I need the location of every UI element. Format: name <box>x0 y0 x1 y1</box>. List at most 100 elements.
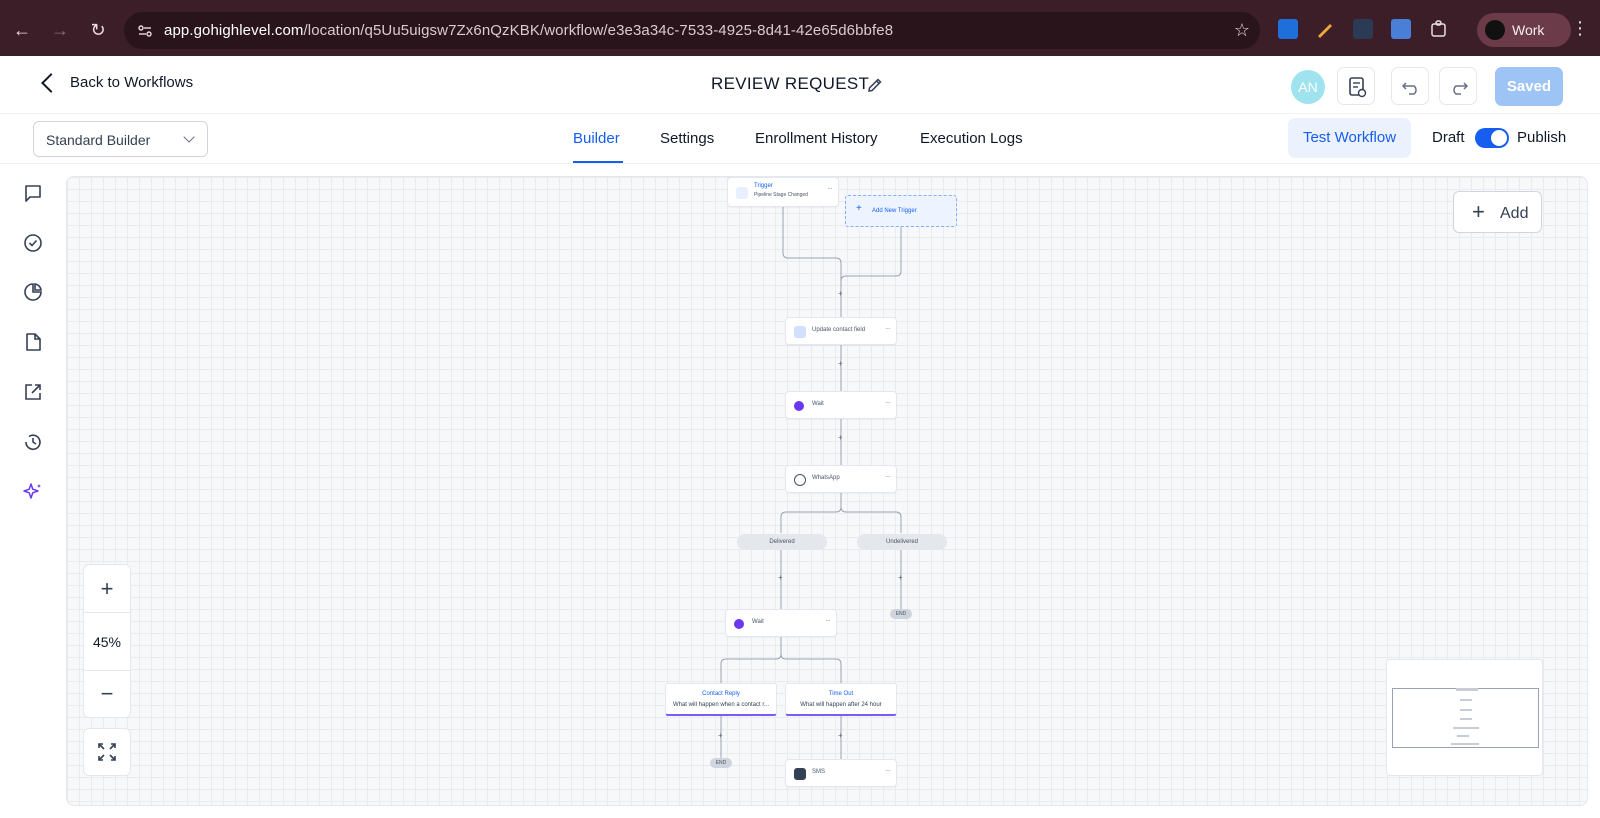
sms-node[interactable]: SMS ··· <box>785 759 897 787</box>
sparkles-icon[interactable] <box>22 481 44 503</box>
user-avatar[interactable]: AN <box>1291 70 1325 104</box>
branch-description: What will happen after 24 hour <box>800 702 882 708</box>
tab-enrollment-history[interactable]: Enrollment History <box>755 130 878 147</box>
pie-chart-icon[interactable] <box>22 281 44 303</box>
wait-node[interactable]: Wait ··· <box>785 391 897 419</box>
publish-label: Publish <box>1517 129 1567 146</box>
workflow-subheader: Standard Builder Builder Settings Enroll… <box>0 114 1600 164</box>
branch-title: Contact Reply <box>702 691 740 697</box>
url-text: app.gohighlevel.com/location/q5Uu5uigsw7… <box>164 22 893 39</box>
node-label: Wait <box>752 619 764 625</box>
fit-view-button[interactable] <box>83 728 131 776</box>
forward-arrow-icon[interactable]: → <box>48 18 72 42</box>
address-bar[interactable]: app.gohighlevel.com/location/q5Uu5uigsw7… <box>124 12 1260 49</box>
add-new-trigger-button[interactable]: + Add New Trigger <box>845 195 957 227</box>
url-host: app.gohighlevel.com <box>164 22 304 39</box>
node-label: WhatsApp <box>812 475 840 481</box>
more-options-icon[interactable]: ··· <box>825 616 831 625</box>
add-button[interactable]: + Add <box>1453 191 1542 233</box>
back-to-workflows-link[interactable]: Back to Workflows <box>40 72 194 93</box>
more-options-icon[interactable]: ··· <box>885 766 891 775</box>
add-label: Add <box>1500 205 1529 222</box>
more-options-icon[interactable]: ··· <box>885 398 891 407</box>
history-icon[interactable] <box>22 431 44 453</box>
add-step-plus-icon[interactable]: + <box>778 574 783 582</box>
profile-label: Work <box>1512 22 1545 38</box>
extensions-puzzle-icon[interactable] <box>1429 19 1449 39</box>
reload-icon[interactable]: ↻ <box>86 18 110 42</box>
redo-button[interactable] <box>1439 67 1477 105</box>
saved-button[interactable]: Saved <box>1495 67 1563 106</box>
builder-type-select[interactable]: Standard Builder <box>33 121 208 157</box>
bookmark-star-icon[interactable]: ☆ <box>1234 20 1250 41</box>
refresh-icon <box>736 187 748 199</box>
tab-execution-logs[interactable]: Execution Logs <box>920 130 1023 147</box>
toggle-knob <box>1491 130 1507 146</box>
whatsapp-icon <box>794 474 806 486</box>
undelivered-branch[interactable]: Undelivered <box>857 534 947 550</box>
external-link-icon[interactable] <box>22 381 44 403</box>
clock-icon <box>794 401 804 411</box>
more-options-icon[interactable]: ··· <box>885 324 891 333</box>
extension-translate-icon[interactable] <box>1391 19 1411 39</box>
more-options-icon[interactable]: ··· <box>827 184 833 193</box>
plus-icon: + <box>1472 199 1485 224</box>
contact-reply-branch[interactable]: Contact Reply What will happen when a co… <box>665 683 777 716</box>
time-out-branch[interactable]: Time Out What will happen after 24 hour <box>785 683 897 716</box>
active-tab-indicator <box>573 161 623 163</box>
app-header: Back to Workflows REVIEW REQUEST AN Save… <box>0 56 1600 114</box>
draft-label: Draft <box>1432 129 1465 146</box>
version-history-button[interactable] <box>1337 67 1375 105</box>
back-arrow-icon[interactable]: ← <box>10 18 34 42</box>
check-circle-icon[interactable] <box>22 232 44 254</box>
test-workflow-button[interactable]: Test Workflow <box>1288 118 1411 158</box>
minimap-nodes <box>1451 688 1479 745</box>
add-trigger-label: Add New Trigger <box>872 208 917 214</box>
left-rail <box>0 164 66 818</box>
tab-builder[interactable]: Builder <box>573 130 620 147</box>
add-step-plus-icon[interactable]: + <box>898 574 903 582</box>
zoom-level: 45% <box>84 613 130 671</box>
pencil-edit-icon[interactable] <box>866 76 884 94</box>
extension-pencil-icon[interactable] <box>1315 19 1335 39</box>
publish-toggle[interactable] <box>1475 128 1509 148</box>
zoom-out-button[interactable]: − <box>84 671 130 717</box>
end-marker: END <box>710 758 732 768</box>
user-edit-icon <box>794 326 806 338</box>
tab-settings[interactable]: Settings <box>660 130 714 147</box>
document-icon[interactable] <box>22 331 44 353</box>
chevron-left-icon <box>41 72 61 93</box>
zoom-controls: + 45% − <box>83 564 131 718</box>
browser-menu-icon[interactable]: ⋮ <box>1571 18 1589 39</box>
more-options-icon[interactable]: ··· <box>885 472 891 481</box>
wait-node-2[interactable]: Wait ··· <box>725 609 837 637</box>
clock-icon <box>734 619 744 629</box>
whatsapp-node[interactable]: WhatsApp ··· <box>785 465 897 493</box>
chat-icon[interactable] <box>22 182 44 204</box>
extension-dots-icon[interactable] <box>1353 19 1373 39</box>
profile-button[interactable]: Work <box>1477 13 1571 47</box>
builder-select-value: Standard Builder <box>46 132 151 148</box>
add-step-plus-icon[interactable]: + <box>838 360 843 368</box>
trigger-subtitle: Pipeline Stage Changed <box>754 192 808 198</box>
extension-cursor-icon[interactable] <box>1278 19 1298 39</box>
node-label: SMS <box>812 769 826 775</box>
zoom-in-button[interactable]: + <box>84 565 130 613</box>
minimap[interactable] <box>1386 659 1543 776</box>
site-info-icon[interactable] <box>136 22 154 40</box>
add-step-plus-icon[interactable]: + <box>838 732 843 740</box>
expand-icon <box>98 743 116 761</box>
back-label: Back to Workflows <box>70 74 194 91</box>
branch-title: Time Out <box>828 691 854 697</box>
trigger-node[interactable]: Trigger Pipeline Stage Changed ··· <box>727 177 839 207</box>
add-step-plus-icon[interactable]: + <box>718 732 723 740</box>
add-step-plus-icon[interactable]: + <box>838 434 843 442</box>
update-contact-node[interactable]: Update contact field ··· <box>785 317 897 345</box>
workflow-canvas[interactable]: Trigger Pipeline Stage Changed ··· + Add… <box>66 176 1588 806</box>
delivered-branch[interactable]: Delivered <box>737 534 827 550</box>
workflow-app: Back to Workflows REVIEW REQUEST AN Save… <box>0 56 1600 818</box>
add-step-plus-icon[interactable]: + <box>838 290 843 298</box>
plus-icon: + <box>856 203 862 214</box>
profile-avatar <box>1485 20 1505 40</box>
undo-button[interactable] <box>1391 67 1429 105</box>
